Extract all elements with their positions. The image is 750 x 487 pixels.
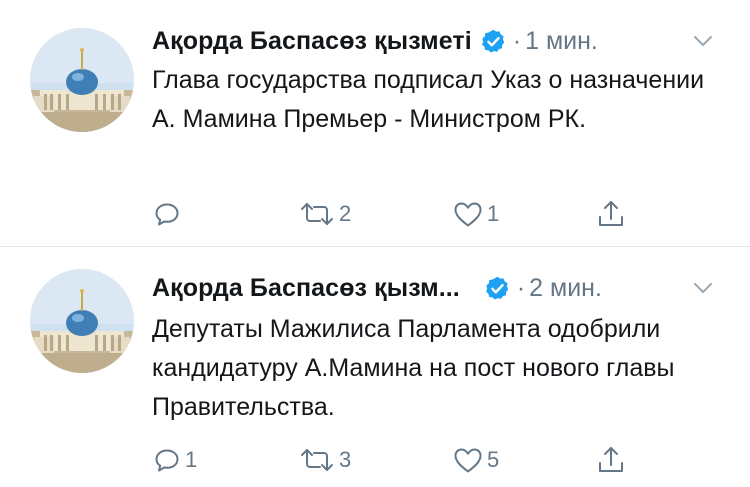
- akorda-palace-avatar: [30, 28, 134, 132]
- verified-badge-icon: [484, 275, 511, 302]
- avatar[interactable]: [30, 269, 134, 373]
- retweet-icon: [301, 203, 333, 225]
- retweet-button[interactable]: 2: [298, 196, 351, 232]
- reply-button[interactable]: [152, 196, 185, 232]
- akorda-palace-avatar: [30, 269, 134, 373]
- like-count: 1: [487, 201, 500, 226]
- tweet-header: Ақорда Баспасөз қызм... · 2 мин.: [152, 271, 730, 305]
- retweet-count: 2: [339, 201, 352, 226]
- tweet-text: Глава государства подписал Указ о назнач…: [152, 66, 705, 133]
- share-button[interactable]: [596, 442, 626, 478]
- reply-count: 1: [185, 447, 198, 472]
- like-button[interactable]: 5: [452, 442, 499, 478]
- like-count: 5: [487, 447, 500, 472]
- like-button[interactable]: 1: [452, 196, 499, 232]
- verified-badge-icon: [480, 28, 507, 55]
- tweet-actions: 2 1: [152, 196, 652, 232]
- tweet[interactable]: Ақорда Баспасөз қызметі · 1 мин. Глава г…: [0, 0, 750, 246]
- tweet-timestamp[interactable]: 1 мин.: [525, 27, 598, 56]
- author-name[interactable]: Ақорда Баспасөз қызметі: [152, 27, 472, 56]
- tweet-timestamp[interactable]: 2 мин.: [529, 274, 602, 303]
- tweet-actions: 1 3 5: [152, 442, 652, 478]
- chevron-down-icon[interactable]: [690, 275, 716, 301]
- avatar[interactable]: [30, 28, 134, 132]
- retweet-button[interactable]: 3: [298, 442, 351, 478]
- share-button[interactable]: [596, 196, 626, 232]
- share-icon: [599, 447, 623, 472]
- tweet-text: Депутаты Мажилиса Парламента одобрили ка…: [152, 315, 675, 421]
- retweet-count: 3: [339, 447, 352, 472]
- separator-dot: ·: [512, 26, 522, 55]
- reply-button[interactable]: 1: [152, 442, 197, 478]
- chevron-down-icon[interactable]: [690, 28, 716, 54]
- separator-dot: ·: [516, 273, 526, 302]
- author-name[interactable]: Ақорда Баспасөз қызм...: [152, 274, 460, 303]
- reply-icon: [155, 203, 179, 226]
- retweet-icon: [301, 449, 333, 471]
- heart-icon: [454, 202, 482, 227]
- reply-icon: [155, 449, 179, 472]
- share-icon: [599, 201, 623, 226]
- tweet-header: Ақорда Баспасөз қызметі · 1 мин.: [152, 24, 730, 58]
- tweet[interactable]: Ақорда Баспасөз қызм... · 2 мин. Депутат…: [0, 247, 750, 487]
- heart-icon: [454, 448, 482, 473]
